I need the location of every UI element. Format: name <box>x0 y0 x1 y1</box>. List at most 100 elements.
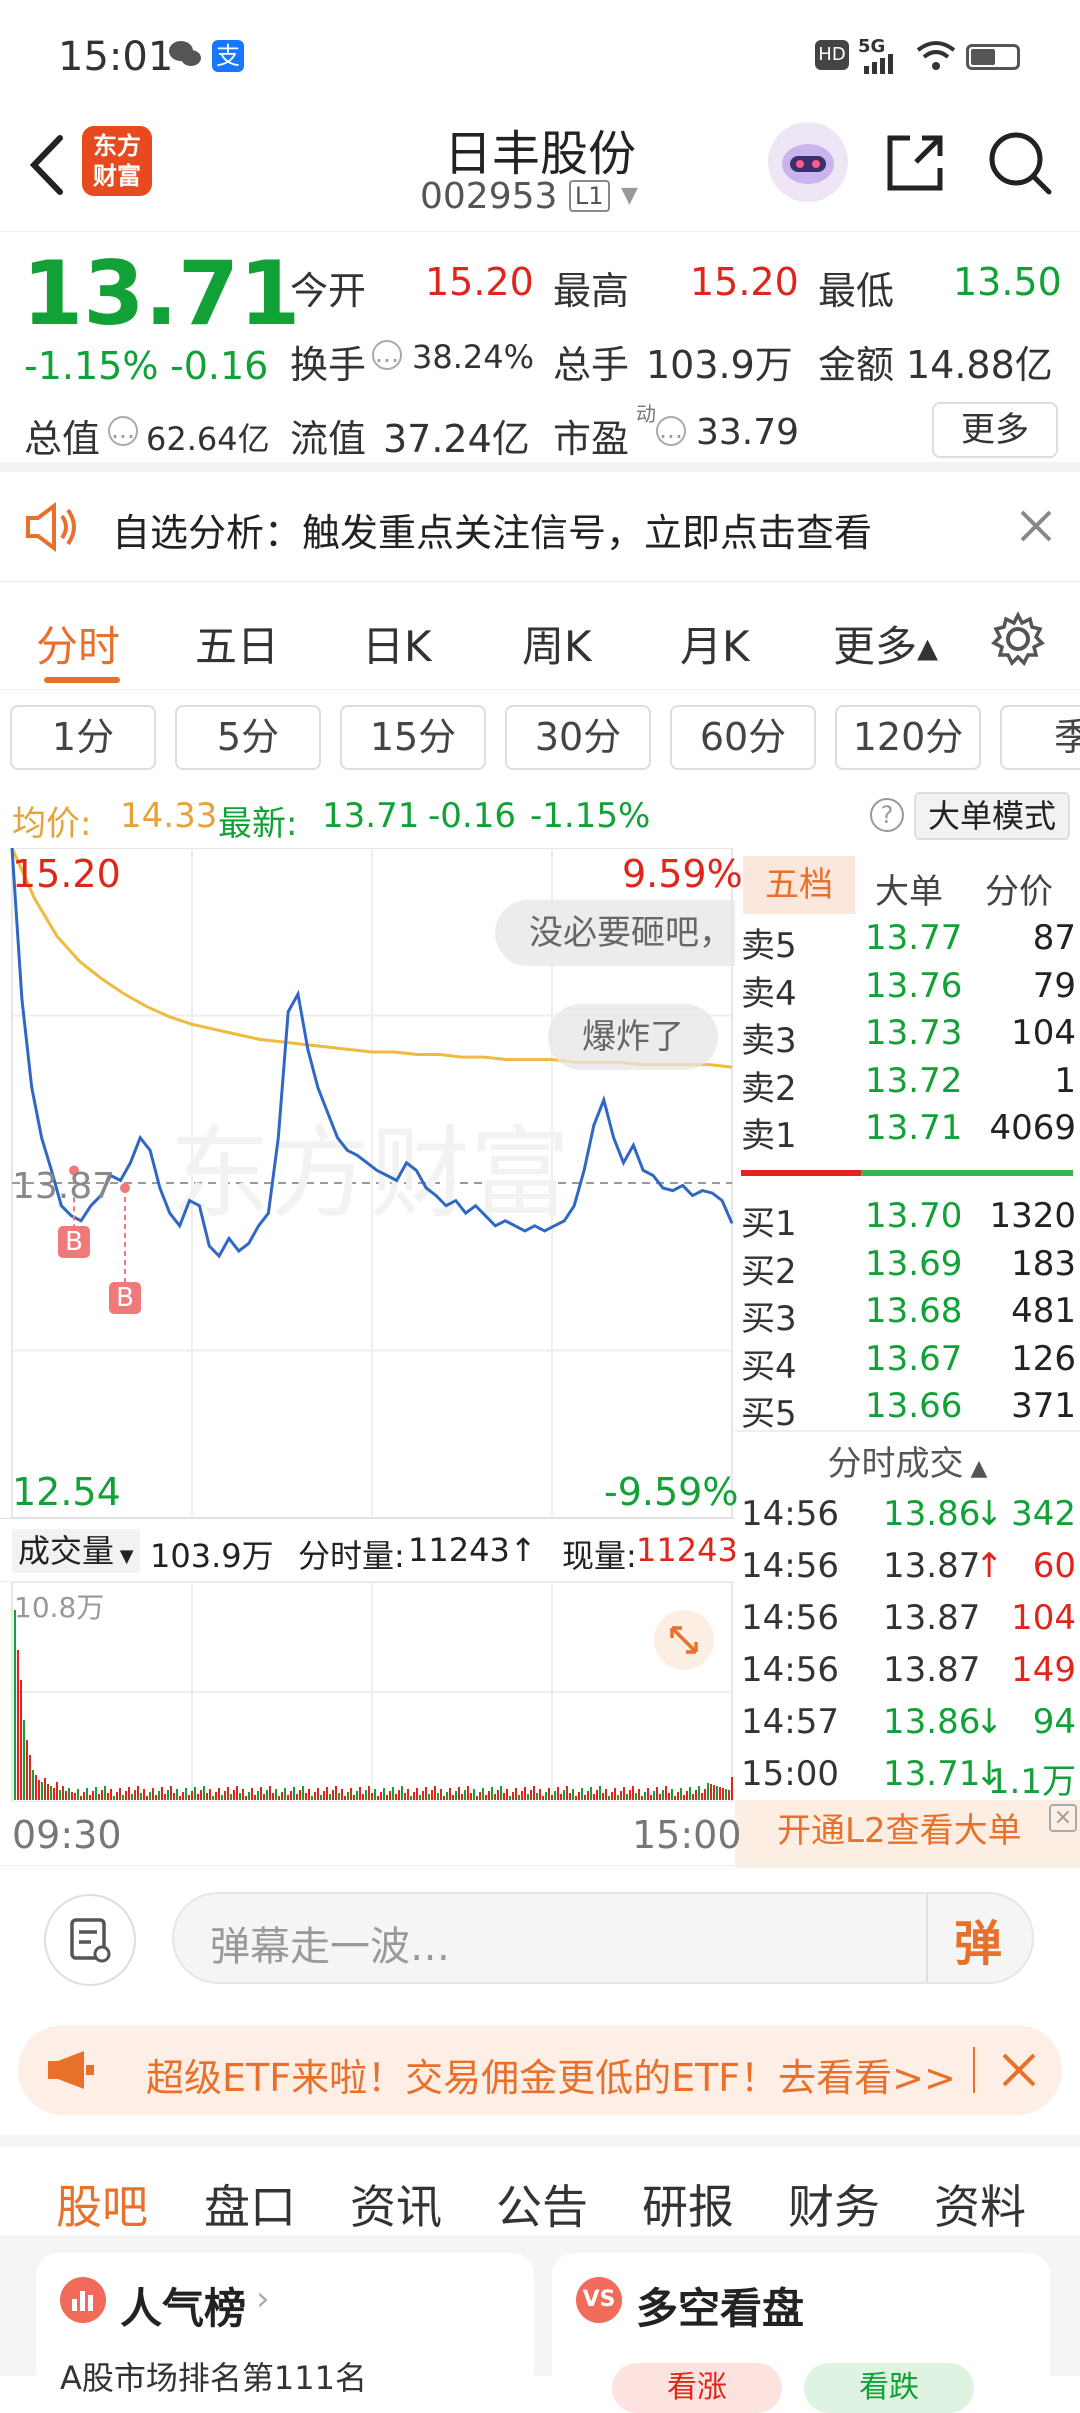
period-1min[interactable]: 1分 <box>10 705 156 770</box>
volume-bar <box>179 1796 181 1800</box>
volume-bar <box>683 1795 685 1800</box>
gear-icon[interactable] <box>990 611 1046 667</box>
more-button[interactable]: 更多 <box>932 402 1058 458</box>
share-icon[interactable] <box>880 128 950 198</box>
tab-more[interactable]: 更多▴ <box>833 613 938 674</box>
tab-profile[interactable]: 资料 <box>934 2171 1026 2237</box>
volume-bar <box>74 1793 76 1800</box>
buy-marker[interactable]: B <box>109 1282 141 1314</box>
period-selector: 1分 5分 15分 30分 60分 120分 季 <box>0 700 1080 780</box>
back-icon[interactable] <box>22 130 72 200</box>
close-icon[interactable] <box>1018 508 1054 544</box>
bull-bear-card[interactable]: VS 多空看盘 看涨 看跌 <box>552 2253 1050 2413</box>
volume-bar <box>728 1790 730 1800</box>
close-icon[interactable] <box>1000 2051 1038 2089</box>
volume-label: 总手 <box>553 343 630 387</box>
help-icon[interactable]: ? <box>870 798 904 832</box>
volume-bar <box>122 1795 124 1800</box>
logo-text-top: 东方 <box>93 132 141 160</box>
volume-bar <box>233 1790 235 1800</box>
notice-bar[interactable]: 自选分析：触发重点关注信号，立即点击查看 <box>0 472 1080 582</box>
tab-five-day[interactable]: 五日 <box>195 613 279 674</box>
period-quarter[interactable]: 季 <box>1000 705 1080 770</box>
danmaku-input[interactable]: 弹幕走一波… 弹 <box>172 1892 1034 1984</box>
bid-level-label: 买5 <box>741 1394 797 1434</box>
period-5min[interactable]: 5分 <box>175 705 321 770</box>
etf-promo-banner[interactable]: 超级ETF来啦！交易佣金更低的ETF！去看看>> <box>18 2025 1062 2115</box>
tab-research[interactable]: 研报 <box>642 2171 734 2237</box>
ask-price: 13.72 <box>865 1060 963 1101</box>
volume-bar <box>215 1792 217 1800</box>
tab-big-orders[interactable]: 大单 <box>875 864 943 913</box>
tab-underline <box>44 677 120 683</box>
tab-order-book[interactable]: 盘口 <box>204 2171 296 2237</box>
tab-announcements[interactable]: 公告 <box>496 2171 588 2237</box>
tab-day-k[interactable]: 日K <box>362 613 432 674</box>
info-icon[interactable]: … <box>372 340 402 370</box>
volume-bar <box>449 1788 451 1800</box>
open-value: 15.20 <box>425 260 534 304</box>
volume-bar <box>386 1795 388 1800</box>
last-price: 13.71 <box>22 242 301 345</box>
volume-dropdown[interactable]: 成交量 ▼ <box>12 1529 140 1573</box>
volume-bar <box>218 1788 220 1800</box>
volume-bar <box>392 1787 394 1800</box>
tab-price-distribution[interactable]: 分价 <box>985 864 1053 913</box>
ask-volume: 87 <box>1032 918 1076 958</box>
tab-news[interactable]: 资讯 <box>350 2171 442 2237</box>
trade-price: 13.87 <box>883 1546 981 1586</box>
trade-row: 14:57 13.86 ↓ 94 <box>735 1702 1080 1750</box>
period-15min[interactable]: 15分 <box>340 705 486 770</box>
l2-upgrade-banner[interactable]: 开通L2查看大单 <box>735 1800 1080 1868</box>
trade-time: 14:57 <box>741 1702 839 1742</box>
close-icon[interactable]: × <box>1049 1804 1077 1832</box>
volume-bar <box>203 1786 205 1800</box>
expand-icon[interactable] <box>654 1610 714 1670</box>
volume-bar <box>65 1791 67 1800</box>
volume-bar <box>158 1791 160 1800</box>
volume-bar <box>659 1794 661 1800</box>
stock-code-row[interactable]: 002953 L1 ▼ <box>420 176 660 217</box>
volume-bar <box>374 1789 376 1800</box>
danmaku-send-icon[interactable]: 弹 <box>954 1904 1002 1974</box>
info-icon[interactable]: … <box>656 416 686 446</box>
signal-icon <box>862 52 902 74</box>
trades-title[interactable]: 分时成交 ▲ <box>735 1436 1080 1485</box>
volume-bar <box>23 1720 25 1800</box>
danmaku-settings-icon[interactable] <box>44 1894 136 1986</box>
bullish-button[interactable]: 看涨 <box>612 2363 782 2413</box>
volume-chart[interactable]: 10.8万 <box>0 1581 735 1803</box>
amount-value: 14.88亿 <box>906 343 1053 387</box>
tab-guba[interactable]: 股吧 <box>56 2171 148 2237</box>
tab-week-k[interactable]: 周K <box>522 613 592 674</box>
change-value: -0.16 <box>428 796 516 836</box>
info-icon[interactable]: … <box>108 416 138 446</box>
volume-bar <box>605 1789 607 1800</box>
latest-label: 最新: <box>218 804 298 844</box>
period-60min[interactable]: 60分 <box>670 705 816 770</box>
tab-finance[interactable]: 财务 <box>788 2171 880 2237</box>
bull-bear-title: 多空看盘 <box>636 2284 805 2333</box>
trade-price: 13.87 <box>883 1598 981 1638</box>
period-120min[interactable]: 120分 <box>835 705 981 770</box>
volume-bar <box>293 1787 295 1800</box>
popularity-card[interactable]: 人气榜 › A股市场排名第111名 <box>36 2253 534 2397</box>
volume-bar <box>188 1795 190 1800</box>
search-icon[interactable] <box>985 128 1055 198</box>
trade-price: 13.86 <box>883 1494 981 1534</box>
volume-bar <box>242 1789 244 1800</box>
period-30min[interactable]: 30分 <box>505 705 651 770</box>
tab-five-levels[interactable]: 五档 <box>743 856 855 914</box>
volume-bar <box>611 1792 613 1800</box>
volume-bar <box>47 1784 49 1800</box>
tab-intraday[interactable]: 分时 <box>36 613 120 674</box>
big-order-mode-button[interactable]: 大单模式 <box>914 792 1071 840</box>
bearish-button[interactable]: 看跌 <box>804 2363 974 2413</box>
ask-price: 13.77 <box>865 918 963 958</box>
ask-level-label: 卖3 <box>741 1021 797 1061</box>
bid-price: 13.70 <box>865 1196 963 1236</box>
tab-month-k[interactable]: 月K <box>680 613 750 674</box>
buy-marker[interactable]: B <box>58 1226 90 1258</box>
robot-assistant-icon[interactable] <box>768 122 848 202</box>
intraday-chart[interactable]: 东方财富 15.20 9.59% 13.87 12.54 -9.59% 没必要砸… <box>0 847 743 1519</box>
